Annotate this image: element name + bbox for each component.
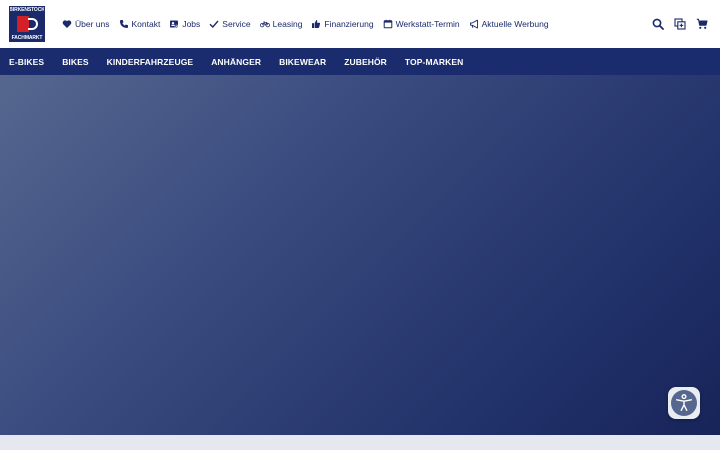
service-nav-service[interactable]: Service [209,19,251,29]
nav-kinderfahrzeuge[interactable]: KINDERFAHRZEUGE [107,57,194,67]
phone-icon [119,20,128,28]
bicycle-icon [259,21,270,28]
nav-top-marken[interactable]: TOP-MARKEN [405,57,463,67]
logo-text-top: BIRKENSTOCK [9,7,45,13]
check-icon [209,20,219,29]
nav-zubehoer[interactable]: ZUBEHÖR [344,57,387,67]
service-nav-finanzierung[interactable]: Finanzierung [311,19,374,29]
accessibility-icon [675,394,693,412]
heart-icon [62,20,72,28]
header-actions [652,0,708,48]
brand-logo[interactable]: BIRKENSTOCK FACHMARKT [9,6,45,42]
page-bottom-strip [0,435,720,450]
service-nav-leasing[interactable]: Leasing [259,19,303,29]
main-category-nav: E-BIKES BIKES KINDERFAHRZEUGE ANHÄNGER B… [0,48,720,75]
megaphone-icon [469,19,478,29]
service-nav: Über uns Kontakt Jobs Service Leasing Fi… [62,0,549,48]
calendar-icon [383,19,392,29]
service-nav-label: Leasing [272,19,303,29]
search-icon[interactable] [652,18,664,30]
service-nav-label: Kontakt [131,19,161,29]
service-nav-label: Service [222,19,251,29]
service-nav-label: Jobs [182,19,201,29]
hero-banner [0,75,720,435]
service-nav-kontakt[interactable]: Kontakt [119,19,161,29]
service-nav-jobs[interactable]: Jobs [169,19,200,29]
service-nav-label: Werkstatt-Termin [395,19,460,29]
service-nav-label: Finanzierung [324,19,374,29]
service-nav-label: Aktuelle Werbung [481,19,549,29]
cart-icon[interactable] [696,18,708,30]
header-top-bar: BIRKENSTOCK FACHMARKT Über uns Kontakt J… [0,0,720,48]
service-nav-label: Über uns [75,19,110,29]
jobs-icon [170,20,179,29]
nav-bikes[interactable]: BIKES [62,57,88,67]
logo-text-bottom: FACHMARKT [11,35,43,41]
nav-e-bikes[interactable]: E-BIKES [9,57,44,67]
logo-mark [14,14,40,34]
compare-icon[interactable] [674,18,686,30]
service-nav-werkstatt-termin[interactable]: Werkstatt-Termin [383,19,460,29]
service-nav-aktuelle-werbung[interactable]: Aktuelle Werbung [469,19,549,29]
service-nav-ueber-uns[interactable]: Über uns [62,19,110,29]
accessibility-icon-bg [671,390,697,416]
accessibility-button[interactable] [668,387,700,419]
nav-anhaenger[interactable]: ANHÄNGER [211,57,261,67]
thumbs-up-icon [312,20,321,28]
nav-bikewear[interactable]: BIKEWEAR [279,57,326,67]
